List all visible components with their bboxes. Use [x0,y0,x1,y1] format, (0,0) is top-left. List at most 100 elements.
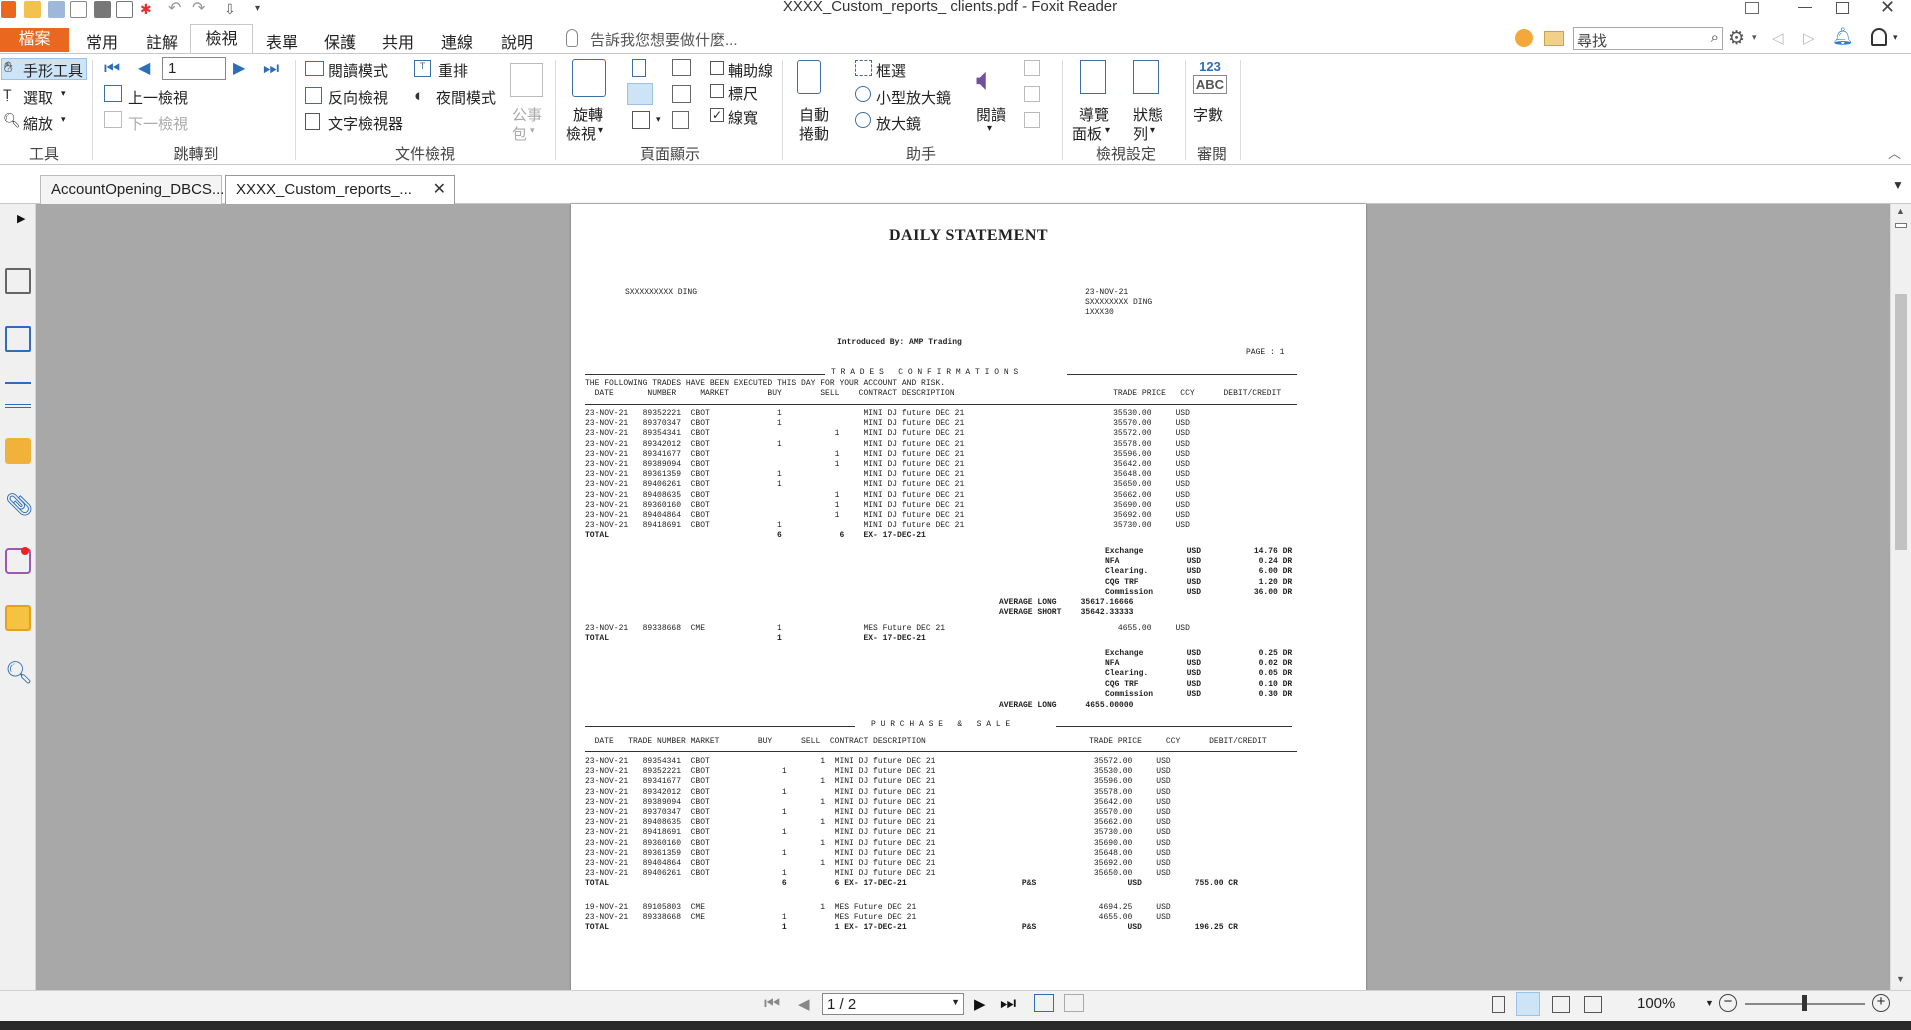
status-bar-button[interactable]: 狀態 [1133,104,1163,125]
facing-page-icon[interactable] [672,59,691,76]
rotate-view-button[interactable]: 旋轉 [573,104,603,125]
search-results-icon[interactable]: 🔍︎ [5,660,33,686]
customize-dropdown-icon[interactable]: ▾ [255,1,272,18]
new-icon[interactable] [70,1,87,18]
nav-panel-button[interactable]: 導覽 [1079,104,1109,125]
layers-icon[interactable] [5,382,31,408]
account-dropdown-icon[interactable]: ▾ [1893,32,1898,43]
loupe-button[interactable]: 小型放大鏡 [876,87,951,108]
nav-panel-dropdown-icon[interactable]: ▾ [1105,125,1110,136]
save-icon[interactable] [48,1,65,18]
zoom-button[interactable]: 縮放 [23,113,53,134]
zoom-slider-thumb[interactable] [1802,995,1807,1011]
first-page-icon[interactable]: ⏮︎ [104,58,120,79]
search-input[interactable]: 尋找 ⌕ [1573,27,1723,50]
read-next-icon[interactable] [1024,60,1040,76]
fit-page-icon[interactable] [1034,994,1054,1012]
attachments-icon[interactable]: 📎︎ [5,492,33,518]
magnifier-button[interactable]: 放大鏡 [876,113,921,134]
continuous-facing-view-icon[interactable] [1584,996,1602,1013]
page-thumbnails-icon[interactable] [5,326,31,352]
marquee-button[interactable]: 框選 [876,60,906,81]
page-number-input[interactable]: 1 [162,57,226,80]
stamp-icon[interactable]: ⇩ [224,1,241,18]
portfolio-button[interactable]: 公事 [512,104,542,125]
status-bar-dropdown-icon[interactable]: ▾ [1150,125,1155,136]
word-count-button[interactable]: 字數 [1193,104,1223,125]
tab-comment[interactable]: 註解 [142,29,182,52]
zoom-dropdown-icon[interactable]: ▼ [1705,998,1714,1008]
tab-help[interactable]: 說明 [497,29,537,52]
restore-ribbon-icon[interactable] [1745,2,1759,14]
tab-file[interactable]: 檔案 [0,28,69,52]
cover-page-icon[interactable] [672,111,689,129]
doc-tab-custom-reports[interactable]: XXXX_Custom_reports_... ✕ [225,175,455,204]
security-lock-icon[interactable] [5,605,31,631]
doc-tab-account-opening[interactable]: AccountOpening_DBCS... [40,175,224,204]
select-dropdown-icon[interactable]: ▾ [61,88,66,99]
prev-page-nav-icon[interactable]: ◀︎ [798,995,810,1013]
scan-icon[interactable] [116,1,133,18]
folder-search-icon[interactable] [1544,31,1564,46]
first-page-nav-icon[interactable]: ⏮︎ [764,993,780,1014]
notification-bell-icon[interactable]: 🔔︎ [1832,27,1854,47]
tab-share[interactable]: 共用 [378,29,418,52]
continuous-view-icon[interactable] [1516,992,1540,1016]
undo-icon[interactable]: ↶ [168,1,185,18]
reverse-view-button[interactable]: 反向檢視 [328,87,388,108]
page-indicator-dropdown-icon[interactable]: ▼ [951,997,960,1007]
zoom-dropdown-icon[interactable]: ▾ [61,114,66,125]
tab-home[interactable]: 常用 [82,29,122,52]
select-button[interactable]: 選取 [23,87,53,108]
forward-nav-icon[interactable]: ▷ [1803,29,1815,47]
read-prev-icon[interactable] [1024,86,1040,102]
vertical-scrollbar[interactable]: ▲ ▼ [1890,204,1911,990]
tab-connect[interactable]: 連線 [437,29,477,52]
next-view-button[interactable]: 下一檢視 [128,113,188,134]
prev-view-button[interactable]: 上一檢視 [128,87,188,108]
tell-me-input[interactable]: 告訴我您想要做什麼... [590,29,738,50]
autoscroll-button[interactable]: 自動 [799,104,829,125]
read-mode-button[interactable]: 閱讀模式 [328,60,388,81]
search-icon[interactable]: ⌕ [1711,29,1719,46]
close-tab-icon[interactable]: ✕ [433,176,446,204]
reflow-button[interactable]: 重排 [438,60,468,81]
night-mode-button[interactable]: 夜間模式 [436,87,496,108]
favorite-icon[interactable] [1515,29,1533,47]
account-icon[interactable] [1871,28,1887,46]
read-aloud-button[interactable]: 閱讀 [976,104,1006,125]
redo-icon[interactable]: ↷ [192,1,209,18]
zoom-in-icon[interactable]: + [1872,994,1890,1012]
prev-page-icon[interactable]: ◀︎ [138,58,150,78]
read-stop-icon[interactable] [1024,112,1040,128]
single-page-icon[interactable] [632,59,646,77]
collapse-ribbon-icon[interactable]: ︿ [1888,143,1901,162]
ruler-checkbox[interactable] [710,84,724,98]
split-dropdown-icon[interactable]: ▾ [656,114,661,125]
next-page-nav-icon[interactable]: ▶︎ [974,995,986,1013]
guides-checkbox[interactable] [710,61,724,75]
single-page-view-icon[interactable] [1492,996,1505,1013]
last-page-nav-icon[interactable]: ⏭︎ [1000,993,1016,1014]
read-aloud-dropdown-icon[interactable]: ▾ [987,123,992,134]
tab-list-dropdown-icon[interactable]: ▼ [1892,178,1904,192]
minimize-button[interactable]: — [1790,0,1820,18]
bookmark-panel-icon[interactable] [5,268,31,294]
last-page-icon[interactable]: ⏭︎ [263,58,279,79]
comments-icon[interactable] [5,438,31,464]
scroll-down-icon[interactable]: ▼ [1896,974,1905,984]
expand-panel-icon[interactable]: ▶ [17,212,25,225]
next-page-icon[interactable]: ▶︎ [233,58,245,78]
rotate-dropdown-icon[interactable]: ▾ [598,125,603,136]
scroll-up-icon[interactable]: ▲ [1896,206,1905,216]
create-icon[interactable]: ✱ [140,1,157,18]
page-indicator-input[interactable]: 1 / 2 ▼ [822,993,964,1015]
open-icon[interactable] [24,1,41,18]
scroll-thumb[interactable] [1895,294,1907,550]
split-icon[interactable] [632,111,650,129]
lineweight-checkbox[interactable]: ✓ [710,108,724,122]
close-button[interactable]: ✕ [1880,0,1895,18]
settings-dropdown-icon[interactable]: ▾ [1752,32,1757,43]
text-viewer-button[interactable]: 文字檢視器 [328,113,403,134]
zoom-out-icon[interactable]: − [1719,994,1737,1012]
